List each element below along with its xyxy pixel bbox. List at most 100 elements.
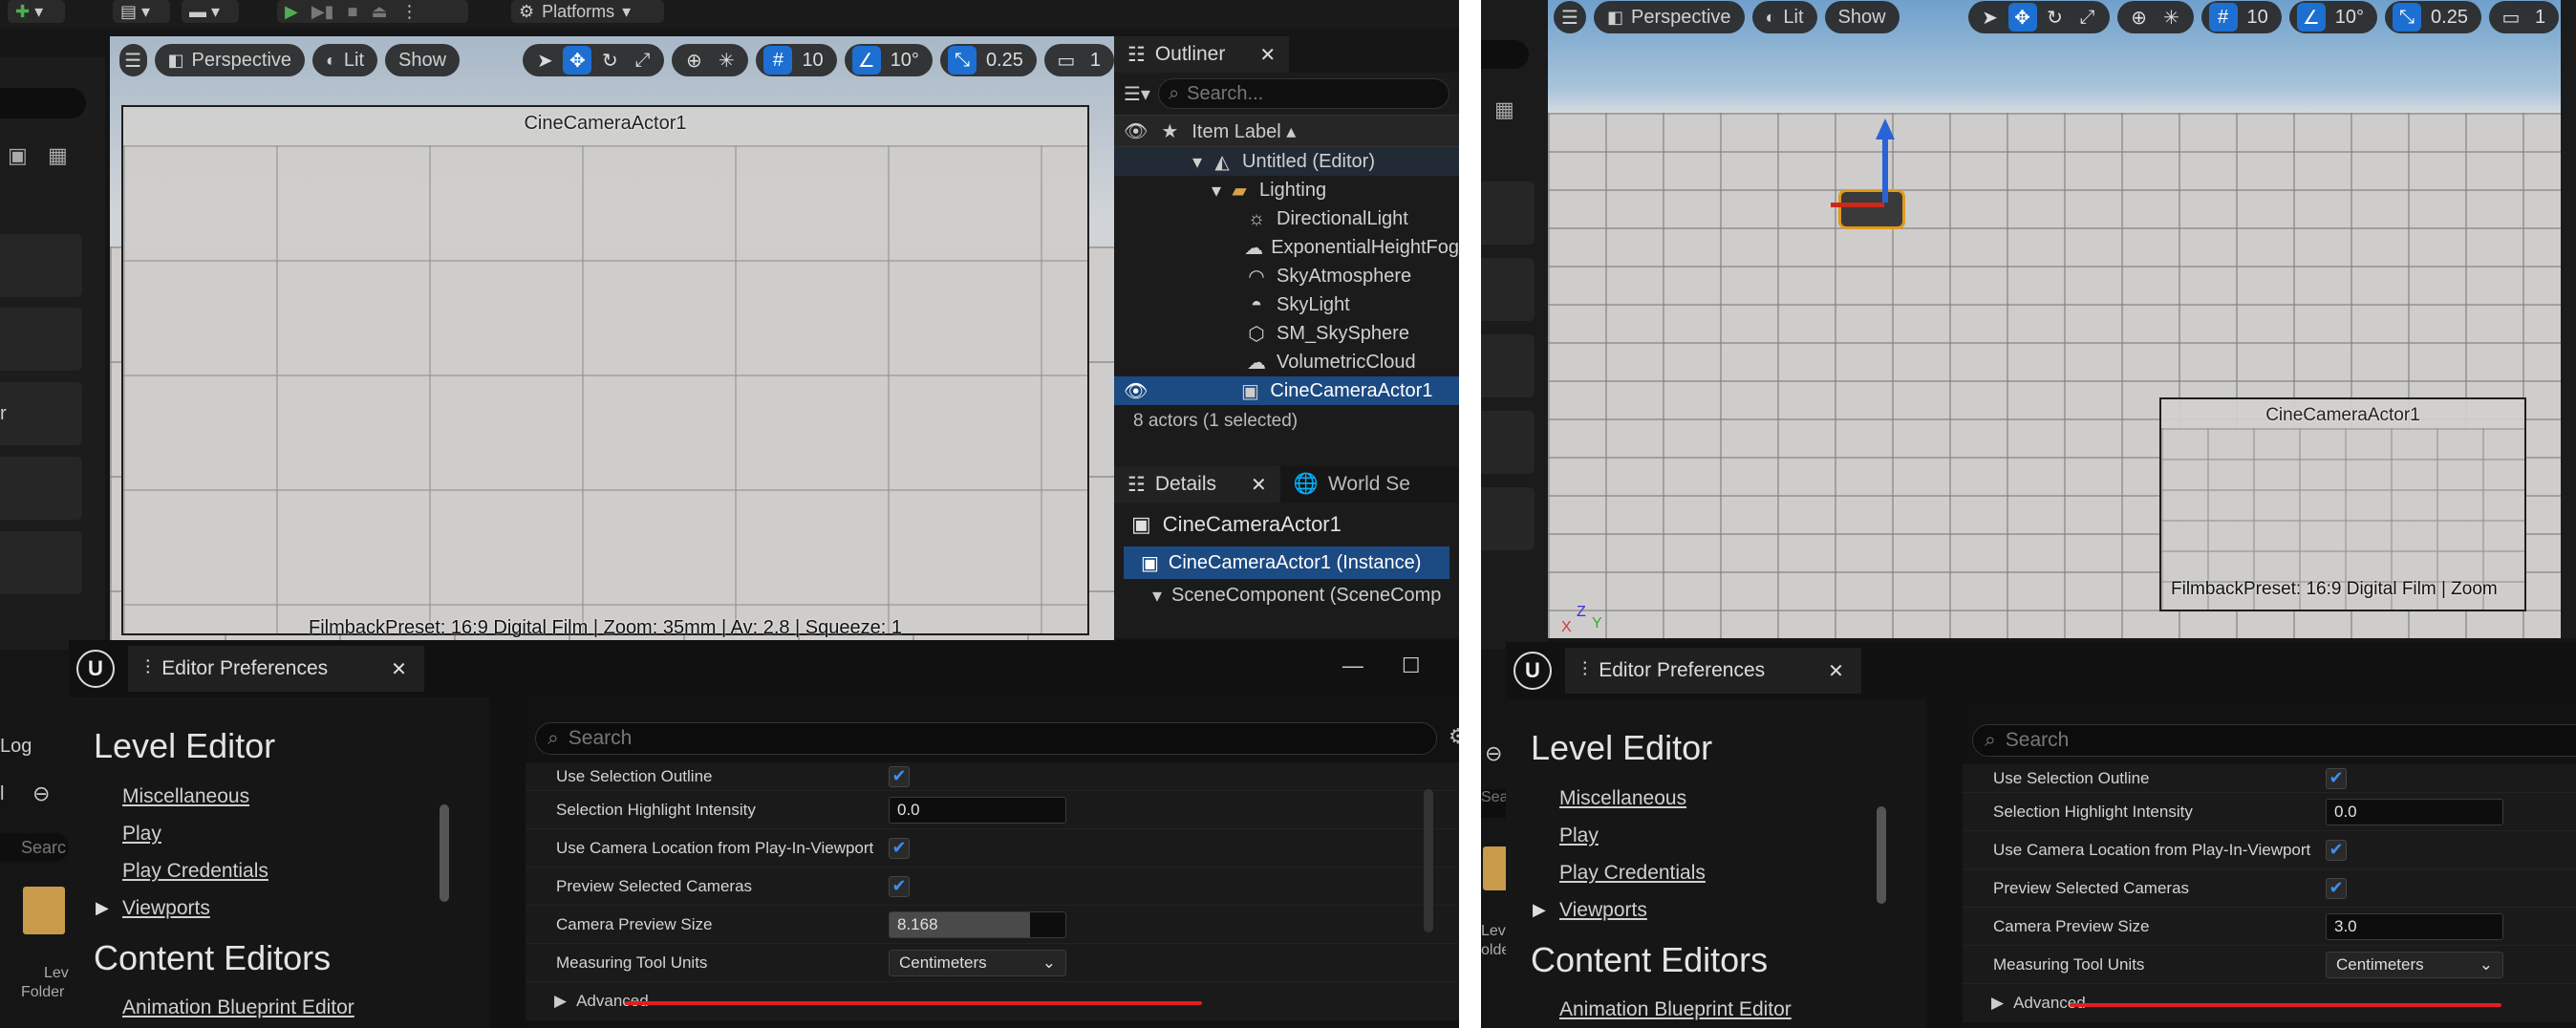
tab-editor-preferences[interactable]: ⫶ Editor Preferences ✕ bbox=[1565, 648, 1861, 694]
step-icon[interactable]: ▶▮ bbox=[311, 2, 334, 22]
side-button[interactable] bbox=[0, 308, 82, 371]
content-search-input[interactable]: Searc bbox=[0, 833, 69, 862]
camera-icon[interactable]: ▭ bbox=[2497, 3, 2525, 32]
grid-icon[interactable]: # bbox=[763, 46, 793, 75]
outliner-search-input[interactable]: ⌕ Search... bbox=[1157, 78, 1449, 109]
nav-link-play-credentials[interactable]: Play Credentials bbox=[1506, 862, 1706, 885]
tab-details[interactable]: ☷ Details ✕ bbox=[1114, 466, 1280, 503]
component-instance-row[interactable]: ▣ CineCameraActor1 (Instance) bbox=[1124, 546, 1449, 579]
nav-link-play-credentials[interactable]: Play Credentials bbox=[69, 860, 268, 883]
folder-icon[interactable] bbox=[23, 887, 65, 934]
stop-icon[interactable]: ■ bbox=[348, 2, 358, 22]
tree-row[interactable]: ◓ SkyLight bbox=[1114, 290, 1459, 319]
use-selection-outline-checkbox[interactable]: ✔ bbox=[889, 765, 910, 787]
scale-icon[interactable]: ⤢ bbox=[628, 46, 656, 75]
camera-location-checkbox[interactable]: ✔ bbox=[889, 837, 910, 859]
scale-snap[interactable]: ⤡ 0.25 bbox=[939, 44, 1037, 76]
history-icon[interactable]: ⊖ bbox=[1485, 741, 1502, 766]
tree-row[interactable]: ☼ DirectionalLight bbox=[1114, 204, 1459, 233]
rotation-snap[interactable]: ∠ 10° bbox=[2288, 1, 2378, 33]
settings-stub-icon[interactable]: ▦ bbox=[48, 143, 68, 168]
side-button[interactable] bbox=[1481, 487, 1535, 550]
show-button[interactable]: Show bbox=[385, 44, 461, 76]
item-label-column[interactable]: Item Label ▴ bbox=[1191, 119, 1296, 143]
measuring-units-dropdown[interactable]: Centimeters ⌄ bbox=[889, 949, 1066, 976]
settings-stub-icon[interactable]: ▦ bbox=[1494, 97, 1514, 122]
component-row[interactable]: ▾ SceneComponent (SceneComp bbox=[1114, 579, 1459, 611]
move-icon[interactable]: ✥ bbox=[563, 46, 592, 75]
blueprint-button[interactable]: ▤ ▾ bbox=[113, 0, 170, 23]
rotate-icon[interactable]: ↻ bbox=[2041, 3, 2070, 32]
lit-button[interactable]: ◐ Lit bbox=[312, 44, 378, 76]
cinematics-button[interactable]: ▬ ▾ bbox=[182, 0, 239, 23]
filter-icon[interactable]: ☰▾ bbox=[1124, 82, 1150, 106]
nav-link-miscellaneous[interactable]: Miscellaneous bbox=[1506, 787, 1686, 810]
grid-snap-value[interactable]: 10 bbox=[2242, 7, 2274, 29]
grid-snap[interactable]: # 10 bbox=[2200, 1, 2282, 33]
angle-icon[interactable]: ∠ bbox=[851, 46, 881, 75]
tree-row[interactable]: ◠ SkyAtmosphere bbox=[1114, 262, 1459, 290]
tree-row[interactable]: ▾ ◭ Untitled (Editor) bbox=[1114, 147, 1459, 176]
tree-row[interactable]: ▾ ▰ Lighting bbox=[1114, 176, 1459, 204]
maximize-icon[interactable]: ☐ bbox=[1402, 653, 1421, 678]
close-icon[interactable]: ✕ bbox=[1259, 43, 1276, 67]
props-scrollbar[interactable] bbox=[1424, 789, 1433, 932]
outliner-column-header[interactable]: 👁 ★ Item Label ▴ bbox=[1114, 115, 1459, 147]
world-icon[interactable]: ⊕ bbox=[2125, 3, 2154, 32]
tree-row[interactable]: ☁ VolumetricCloud bbox=[1114, 348, 1459, 376]
show-button[interactable]: Show bbox=[1824, 1, 1900, 33]
side-search-stub[interactable] bbox=[1481, 40, 1529, 69]
measuring-units-dropdown[interactable]: Centimeters ⌄ bbox=[2326, 951, 2503, 978]
perspective-button[interactable]: ◧ Perspective bbox=[1594, 1, 1745, 33]
camera-actor-mesh[interactable] bbox=[1838, 189, 1905, 229]
nav-link-viewports[interactable]: Viewports bbox=[1506, 899, 1647, 922]
camera-preview-size-input[interactable]: 3.0 bbox=[2326, 912, 2503, 940]
use-selection-outline-checkbox[interactable]: ✔ bbox=[2326, 767, 2347, 789]
side-button[interactable] bbox=[0, 234, 82, 297]
side-button[interactable] bbox=[0, 531, 82, 594]
surface-snap-icon[interactable]: ✳ bbox=[2157, 3, 2186, 32]
side-button[interactable] bbox=[1481, 411, 1535, 474]
grid-snap[interactable]: # 10 bbox=[756, 44, 837, 76]
eject-icon[interactable]: ⏏ bbox=[371, 2, 387, 22]
grid-snap-value[interactable]: 10 bbox=[796, 50, 828, 72]
viewport-menu-button[interactable]: ☰ bbox=[119, 44, 147, 76]
tree-row-selected[interactable]: 👁 ▣ CineCameraActor1 bbox=[1114, 376, 1459, 405]
tree-row[interactable]: ☁ ExponentialHeightFog bbox=[1114, 233, 1459, 262]
rotate-icon[interactable]: ↻ bbox=[595, 46, 624, 75]
gizmo-x-axis[interactable] bbox=[1831, 203, 1884, 207]
selection-highlight-intensity-input[interactable]: 0.0 bbox=[889, 796, 1066, 824]
nav-scrollbar[interactable] bbox=[1877, 806, 1886, 904]
tab-world-settings[interactable]: 🌐 World Se bbox=[1279, 466, 1424, 503]
angle-icon[interactable]: ∠ bbox=[2296, 3, 2326, 32]
rotation-snap[interactable]: ∠ 10° bbox=[844, 44, 933, 76]
close-icon[interactable]: ✕ bbox=[1828, 659, 1844, 683]
perspective-button[interactable]: ◧ Perspective bbox=[154, 44, 306, 76]
select-icon[interactable]: ➤ bbox=[1976, 3, 2005, 32]
add-content-button[interactable]: ✚ ▾ bbox=[8, 0, 65, 23]
tab-editor-preferences[interactable]: ⫶ Editor Preferences ✕ bbox=[128, 646, 424, 692]
star-icon[interactable]: ★ bbox=[1161, 119, 1178, 143]
scale-snap-value[interactable]: 0.25 bbox=[980, 50, 1029, 72]
scale-icon[interactable]: ⤢ bbox=[2073, 3, 2102, 32]
prefs-search-input[interactable]: ⌕ Search bbox=[1972, 724, 2576, 757]
scale-snap-icon[interactable]: ⤡ bbox=[2393, 3, 2422, 32]
nav-link-animation-blueprint-editor[interactable]: Animation Blueprint Editor bbox=[1506, 998, 1792, 1021]
camera-location-checkbox[interactable]: ✔ bbox=[2326, 839, 2347, 861]
history-icon[interactable]: ⊖ bbox=[32, 782, 50, 806]
side-button[interactable] bbox=[1481, 258, 1535, 321]
level-viewport[interactable]: CineCameraActor1 FilmbackPreset: 16:9 Di… bbox=[110, 36, 1114, 640]
scale-snap-value[interactable]: 0.25 bbox=[2425, 7, 2474, 29]
close-icon[interactable]: ✕ bbox=[1251, 473, 1267, 497]
selection-highlight-intensity-input[interactable]: 0.0 bbox=[2326, 798, 2503, 825]
preview-selected-cameras-checkbox[interactable]: ✔ bbox=[889, 875, 910, 897]
platforms-menu[interactable]: ⚙ Platforms ▾ bbox=[511, 0, 664, 23]
grid-icon[interactable]: # bbox=[2208, 3, 2238, 32]
rotation-snap-value[interactable]: 10° bbox=[2329, 7, 2370, 29]
preview-selected-cameras-checkbox[interactable]: ✔ bbox=[2326, 877, 2347, 899]
camera-speed[interactable]: ▭ 1 bbox=[2488, 1, 2560, 33]
camera-speed-value[interactable]: 1 bbox=[2529, 7, 2551, 29]
details-object-name[interactable]: CineCameraActor1 bbox=[1163, 512, 1342, 537]
more-icon[interactable]: ⋮ bbox=[400, 2, 418, 22]
prefs-search-input[interactable]: ⌕ Search bbox=[535, 722, 1437, 755]
